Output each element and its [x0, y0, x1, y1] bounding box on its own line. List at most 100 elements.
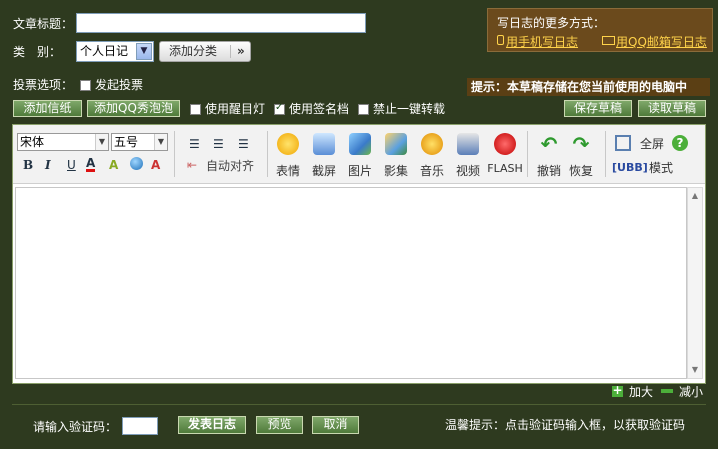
double-chevron-right-icon: »	[237, 44, 245, 58]
underline-button[interactable]: U	[67, 158, 76, 172]
align-right-icon[interactable]: ☰	[238, 137, 249, 151]
font-family-select[interactable]: 宋体 ▼	[17, 133, 109, 151]
fullscreen-label[interactable]: 全屏	[640, 137, 664, 151]
minus-icon[interactable]	[661, 389, 673, 393]
forbid-repost-label: 禁止一键转载	[373, 102, 446, 116]
fullscreen-icon[interactable]	[615, 135, 631, 151]
bold-button[interactable]: B	[23, 158, 33, 172]
divider	[174, 131, 175, 177]
video-camera-icon	[457, 133, 479, 155]
font-family-value: 宋体	[20, 135, 45, 149]
picture-button[interactable]: 图片	[343, 133, 377, 179]
editor: 宋体 ▼ 五号 ▼ B I U A A A ☰ ☰ ☰ ⇤ 自动对齐 表情 截屏	[12, 124, 706, 384]
envelope-icon	[602, 36, 615, 45]
read-draft-button[interactable]: 读取草稿	[638, 100, 706, 117]
start-vote-label: 发起投票	[95, 78, 144, 92]
article-title-input[interactable]	[76, 13, 366, 33]
chevron-down-icon[interactable]: ▼	[95, 134, 108, 150]
mobile-phone-icon	[497, 35, 504, 45]
checkmark-icon: ✓	[275, 102, 284, 113]
highlight-color-icon[interactable]: A	[109, 158, 118, 172]
redo-label: 恢复	[568, 164, 593, 178]
shrink-button[interactable]: 减小	[679, 384, 703, 400]
editor-scrollbar[interactable]: ▲ ▼	[687, 187, 703, 379]
category-value: 个人日记	[80, 44, 129, 58]
use-highlight-checkbox[interactable]	[190, 104, 201, 115]
category-label: 类 别：	[13, 45, 62, 59]
scroll-down-icon[interactable]: ▼	[689, 363, 701, 377]
divider	[605, 131, 606, 177]
screenshot-label: 截屏	[311, 164, 336, 178]
emotion-button[interactable]: 表情	[271, 133, 305, 179]
undo-label: 撤销	[536, 164, 561, 178]
editor-content-area[interactable]	[15, 187, 687, 379]
captcha-hint: 温馨提示：点击验证码输入框，以获取验证码	[445, 418, 686, 432]
music-button[interactable]: 音乐	[415, 133, 449, 179]
vote-label: 投票选项：	[13, 78, 74, 92]
save-draft-button[interactable]: 保存草稿	[564, 100, 632, 117]
screenshot-button[interactable]: 截屏	[307, 133, 341, 179]
use-highlight-label: 使用醒目灯	[205, 102, 266, 116]
preview-button[interactable]: 预览	[256, 416, 303, 434]
editor-toolbar: 宋体 ▼ 五号 ▼ B I U A A A ☰ ☰ ☰ ⇤ 自动对齐 表情 截屏	[13, 125, 705, 184]
draft-storage-tip: 提示：本草稿存储在您当前使用的电脑中	[467, 78, 710, 96]
align-center-icon[interactable]: ☰	[213, 137, 224, 151]
music-note-icon	[421, 133, 443, 155]
more-ways-title: 写日志的更多方式：	[497, 16, 606, 30]
scroll-up-icon[interactable]: ▲	[689, 189, 701, 203]
title-label: 文章标题：	[13, 17, 74, 31]
enlarge-button[interactable]: 加大	[629, 384, 653, 400]
captcha-label: 请输入验证码：	[33, 420, 118, 434]
category-select[interactable]: 个人日记 ▼	[76, 41, 154, 62]
publish-button[interactable]: 发表日志	[178, 416, 246, 434]
forbid-repost-checkbox[interactable]	[358, 104, 369, 115]
use-signature-label: 使用签名档	[289, 102, 350, 116]
clear-format-icon[interactable]: A	[151, 158, 160, 172]
align-left-icon[interactable]: ☰	[189, 137, 200, 151]
cancel-button[interactable]: 取消	[312, 416, 359, 434]
screenshot-icon	[313, 133, 335, 155]
more-ways-box: 写日志的更多方式： 用手机写日志 用QQ邮箱写日志	[487, 8, 713, 52]
album-button[interactable]: 影集	[379, 133, 413, 179]
font-color-button[interactable]: A	[86, 157, 96, 172]
flash-icon	[494, 133, 516, 155]
auto-align-label[interactable]: 自动对齐	[206, 159, 254, 173]
add-category-label: 添加分类	[169, 44, 218, 58]
add-category-button[interactable]: 添加分类 »	[159, 41, 251, 62]
globe-link-icon[interactable]	[130, 157, 143, 170]
music-label: 音乐	[419, 164, 444, 178]
font-size-select[interactable]: 五号 ▼	[111, 133, 168, 151]
add-paper-button[interactable]: 添加信纸	[13, 100, 82, 117]
undo-arrow-icon: ↶	[540, 132, 558, 156]
auto-align-icon[interactable]: ⇤	[187, 158, 197, 172]
mode-label[interactable]: 模式	[649, 161, 673, 175]
divider	[267, 131, 268, 177]
chevron-down-icon[interactable]: ▼	[136, 43, 152, 60]
undo-button[interactable]: ↶ 撤销	[532, 133, 566, 179]
divider	[230, 45, 231, 58]
smiley-icon	[277, 133, 299, 155]
use-signature-checkbox[interactable]: ✓	[274, 102, 285, 115]
ubb-label[interactable]: [UBB]	[612, 161, 648, 175]
start-vote-checkbox[interactable]	[80, 80, 91, 91]
add-qq-bubble-button[interactable]: 添加QQ秀泡泡	[87, 100, 180, 117]
qqmail-blog-link[interactable]: 用QQ邮箱写日志	[616, 33, 707, 50]
divider	[527, 131, 528, 177]
flash-label: FLASH	[487, 162, 523, 175]
help-icon[interactable]: ?	[672, 135, 688, 151]
flash-button[interactable]: FLASH	[487, 133, 523, 175]
video-button[interactable]: 视频	[451, 133, 485, 179]
italic-button[interactable]: I	[45, 158, 51, 172]
captcha-input[interactable]	[122, 417, 158, 435]
album-label: 影集	[383, 164, 408, 178]
redo-arrow-icon: ↷	[572, 132, 590, 156]
redo-button[interactable]: ↷ 恢复	[564, 133, 598, 179]
picture-label: 图片	[347, 164, 372, 178]
album-icon	[385, 133, 407, 155]
font-size-value: 五号	[114, 135, 139, 149]
mobile-blog-link[interactable]: 用手机写日志	[506, 33, 578, 50]
picture-icon	[349, 133, 371, 155]
chevron-down-icon[interactable]: ▼	[154, 134, 167, 150]
emotion-label: 表情	[275, 164, 300, 178]
plus-icon[interactable]: +	[612, 383, 623, 397]
